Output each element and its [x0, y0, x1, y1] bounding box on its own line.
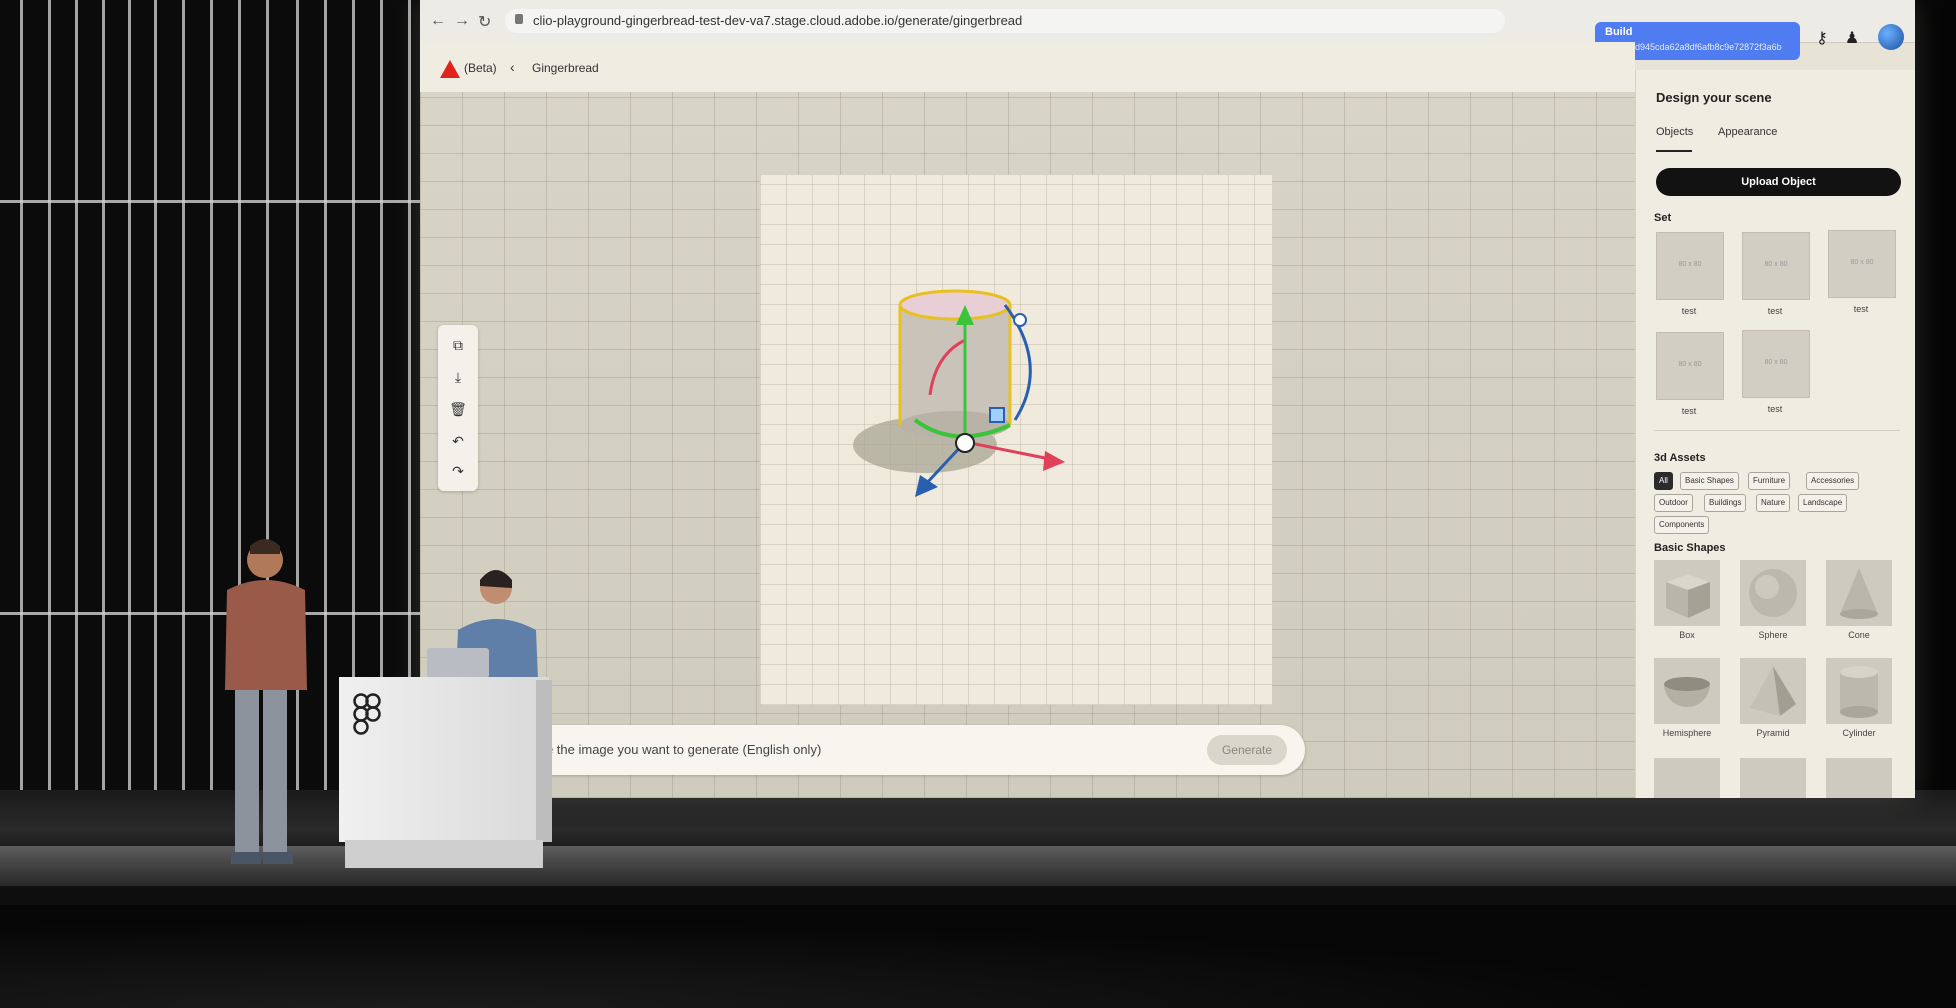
set-label: test [1681, 406, 1697, 416]
shape-box[interactable] [1654, 560, 1720, 626]
beta-label: (Beta) [464, 61, 497, 75]
design-panel: Design your scene Objects Appearance Upl… [1635, 70, 1915, 798]
adobe-logo-icon [440, 60, 460, 78]
set-thumb[interactable]: 80 x 80 [1828, 230, 1896, 298]
set-thumb[interactable]: 80 x 80 [1656, 332, 1724, 400]
back-arrow-icon[interactable]: ← [430, 12, 446, 30]
shape-cone[interactable] [1826, 560, 1892, 626]
presenter-standing [225, 539, 307, 864]
shape-label: Box [1679, 630, 1695, 640]
set-heading: Set [1654, 212, 1672, 224]
trash-icon[interactable]: 🗑 [448, 399, 468, 419]
wall-stripe [48, 0, 51, 790]
filter-chip[interactable]: Components [1654, 516, 1710, 534]
filter-chip[interactable]: Basic Shapes [1680, 472, 1739, 490]
podium-side [536, 680, 552, 842]
key-icon[interactable]: ⚷ [1812, 28, 1832, 48]
set-label: test [1853, 304, 1869, 314]
set-thumb[interactable]: 80 x 80 [1656, 232, 1724, 300]
reload-icon[interactable]: ↻ [478, 12, 491, 32]
wall-stripe [408, 0, 411, 790]
selection-outline [898, 289, 1012, 321]
cone-icon [1840, 568, 1878, 619]
projected-screen: ← → ↻ clio-playground-gingerbread-test-d… [420, 0, 1915, 798]
pyramid-icon [1750, 666, 1796, 716]
generate-button[interactable]: Generate [1207, 735, 1287, 765]
laptop [427, 648, 489, 678]
shape-plane[interactable] [1654, 758, 1720, 798]
wall-stripe [20, 0, 23, 790]
wall-stripe [324, 0, 327, 790]
wall-stripe [128, 0, 131, 790]
download-icon[interactable]: ⤓ [448, 367, 468, 387]
wall-stripe [75, 0, 78, 790]
set-label: test [1767, 404, 1783, 414]
hemisphere-icon [1664, 677, 1710, 707]
prompt-input[interactable]: cribe the image you want to generate (En… [525, 742, 821, 757]
filter-chip[interactable]: Accessories [1806, 472, 1860, 490]
shape-label: Pyramid [1756, 728, 1790, 738]
panel-title: Design your scene [1656, 90, 1772, 105]
forward-arrow-icon[interactable]: → [454, 12, 470, 30]
sphere-icon [1749, 569, 1797, 617]
upload-object-button[interactable]: Upload Object [1656, 168, 1901, 196]
chevron-left-icon[interactable]: ‹ [510, 59, 515, 75]
user-icon[interactable]: ♟ [1842, 28, 1862, 48]
wall-rule [0, 200, 425, 203]
shape-cylinder[interactable] [1826, 658, 1892, 724]
shape-label: Sphere [1758, 630, 1788, 640]
shape-sphere[interactable] [1740, 560, 1806, 626]
set-thumb[interactable]: 80 x 80 [1742, 232, 1810, 300]
shape-hemisphere[interactable] [1654, 658, 1720, 724]
tab-objects[interactable]: Objects [1656, 126, 1693, 138]
tab-appearance[interactable]: Appearance [1718, 126, 1777, 138]
basic-shapes-heading: Basic Shapes [1654, 542, 1726, 554]
shape-pyramid[interactable] [1740, 658, 1806, 724]
audience [0, 905, 1956, 1008]
wall-stripe [352, 0, 355, 790]
assets-heading: 3d Assets [1654, 452, 1706, 464]
build-label: Build [1605, 26, 1633, 38]
prompt-bar: cribe the image you want to generate (En… [495, 725, 1305, 775]
active-tab-indicator [1656, 150, 1692, 152]
plane-handle[interactable] [989, 407, 1005, 423]
divider [1654, 430, 1900, 431]
duplicate-icon[interactable]: ⧉ [448, 335, 468, 355]
set-label: test [1681, 306, 1697, 316]
gizmo-center[interactable] [955, 433, 975, 453]
box-icon [1666, 574, 1710, 618]
filter-chip[interactable]: Outdoor [1654, 494, 1693, 512]
cylinder-icon [1840, 666, 1878, 718]
filter-chip[interactable]: Nature [1756, 494, 1791, 512]
object-toolbar: ⧉ ⤓ 🗑 ↶ ↷ [438, 325, 478, 491]
lock-icon [515, 14, 523, 24]
redo-icon[interactable]: ↷ [448, 461, 468, 481]
filter-chip-all[interactable]: All [1654, 472, 1673, 490]
url-text: clio-playground-gingerbread-test-dev-va7… [533, 13, 1023, 28]
filter-chip[interactable]: Buildings [1704, 494, 1747, 512]
app-header [420, 42, 1635, 92]
x-axis-arrow[interactable] [1043, 451, 1065, 471]
address-bar[interactable]: clio-playground-gingerbread-test-dev-va7… [505, 9, 1505, 33]
shape-label: Cone [1848, 630, 1870, 640]
scene-canvas[interactable] [760, 175, 1272, 705]
shape-label: Cylinder [1842, 728, 1876, 738]
wall-stripe [182, 0, 185, 790]
wall-stripe [102, 0, 105, 790]
filter-chip[interactable]: Landscape [1798, 494, 1848, 512]
shape-slab[interactable] [1740, 758, 1806, 798]
set-label: test [1767, 306, 1783, 316]
avatar[interactable] [1878, 24, 1904, 50]
set-thumb[interactable]: 80 x 80 [1742, 330, 1810, 398]
figma-logo-icon [353, 693, 381, 735]
shape-label: Hemisphere [1662, 728, 1712, 738]
z-axis-arrow[interactable] [915, 475, 938, 497]
wall-stripe [380, 0, 383, 790]
podium-base [345, 840, 543, 868]
undo-icon[interactable]: ↶ [448, 431, 468, 451]
shape-wedge[interactable] [1826, 758, 1892, 798]
breadcrumb[interactable]: Gingerbread [532, 61, 599, 75]
wall-stripe [154, 0, 157, 790]
filter-chip[interactable]: Furniture [1748, 472, 1791, 490]
